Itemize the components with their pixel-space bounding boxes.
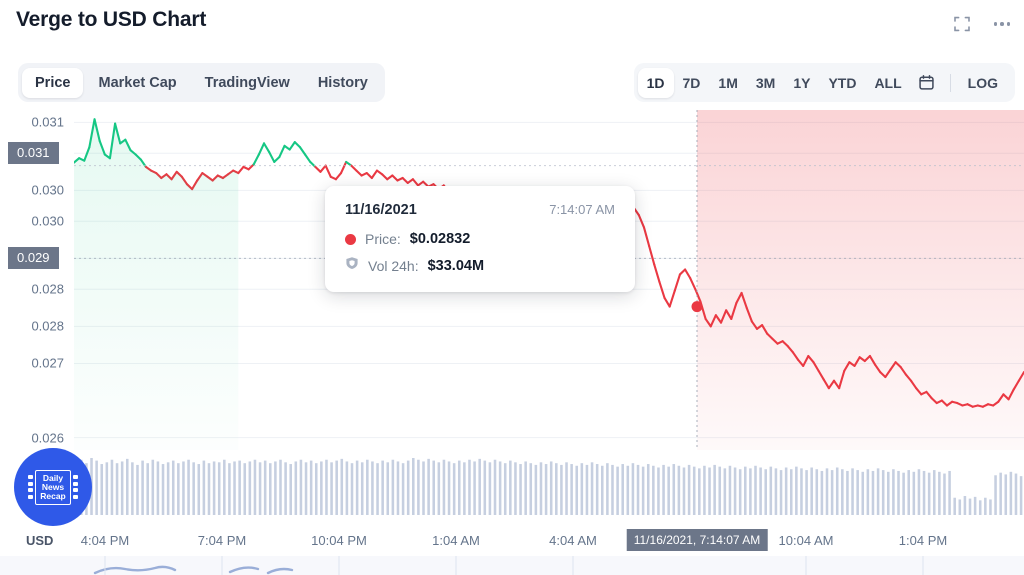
tab-market-cap[interactable]: Market Cap	[85, 68, 189, 98]
logo-line-3: Recap	[40, 490, 66, 501]
tooltip-volume-row: Vol 24h: $33.04M	[345, 256, 615, 275]
currency-label: USD	[26, 533, 54, 548]
logo-text: Daily News Recap	[35, 469, 71, 505]
tooltip-date: 11/16/2021	[345, 202, 417, 218]
more-options-icon[interactable]	[992, 14, 1012, 34]
x-axis: USD 4:04 PM 7:04 PM 10:04 PM 1:04 AM 4:04 AM…	[0, 528, 1024, 554]
film-strip-right-icon	[72, 475, 78, 499]
range-ytd[interactable]: YTD	[819, 68, 865, 98]
tooltip-price-value: $0.02832	[409, 231, 471, 247]
range-3m[interactable]: 3M	[747, 68, 784, 98]
daily-news-recap-logo: Daily News Recap	[14, 448, 92, 526]
page-title: Verge to USD Chart	[16, 8, 207, 31]
range-1y[interactable]: 1Y	[784, 68, 819, 98]
calendar-icon[interactable]	[911, 70, 942, 95]
tooltip-price-row: Price: $0.02832	[345, 231, 615, 247]
price-line-chart	[74, 110, 1024, 515]
tooltip-volume-label: Vol 24h:	[368, 257, 419, 274]
fullscreen-icon[interactable]	[952, 14, 972, 34]
range-slider-strip[interactable]	[0, 556, 1024, 575]
x-axis-label: 10:04 AM	[778, 533, 834, 548]
x-axis-label: 4:04 PM	[80, 533, 130, 548]
header-actions	[952, 14, 1012, 34]
x-axis-label: 4:04 AM	[549, 533, 597, 548]
chart-page: Verge to USD Chart Price Market Cap Trad…	[0, 0, 1024, 575]
chart-controls: Price Market Cap TradingView History 1D …	[0, 63, 1024, 103]
x-axis-label: 7:04 PM	[197, 533, 247, 548]
tab-history[interactable]: History	[305, 68, 381, 98]
range-7d[interactable]: 7D	[674, 68, 710, 98]
range-1d[interactable]: 1D	[637, 67, 674, 98]
film-strip-left-icon	[28, 475, 34, 499]
tooltip-volume-value: $33.04M	[427, 257, 485, 274]
time-range-selector: 1D 7D 1M 3M 1Y YTD ALL LOG	[633, 63, 1015, 102]
tooltip-header: 11/16/2021 7:14:07 AM	[345, 202, 615, 218]
page-header: Verge to USD Chart	[0, 0, 1024, 46]
chart-tooltip: 11/16/2021 7:14:07 AM Price: $0.02832 Vo…	[325, 186, 635, 292]
x-axis-label: 10:04 PM	[311, 533, 367, 548]
range-1m[interactable]: 1M	[709, 68, 746, 98]
chart-view-tabs: Price Market Cap TradingView History	[18, 63, 385, 102]
x-axis-crosshair-label: 11/16/2021, 7:14:07 AM	[626, 529, 768, 551]
x-axis-label: 1:04 AM	[432, 533, 480, 548]
tooltip-time: 7:14:07 AM	[549, 202, 615, 217]
tab-tradingview[interactable]: TradingView	[192, 68, 303, 98]
tooltip-price-label: Price:	[365, 231, 401, 247]
volume-shield-icon	[345, 256, 359, 275]
x-axis-label: 1:04 PM	[898, 533, 948, 548]
range-slider-preview	[93, 556, 924, 575]
chart-area	[0, 110, 1024, 575]
price-plot[interactable]	[74, 110, 1024, 515]
controls-divider	[949, 73, 951, 92]
price-marker-icon	[345, 233, 356, 245]
log-scale-toggle[interactable]: LOG	[959, 68, 1007, 98]
range-all[interactable]: ALL	[865, 68, 910, 98]
tab-price[interactable]: Price	[22, 67, 84, 98]
